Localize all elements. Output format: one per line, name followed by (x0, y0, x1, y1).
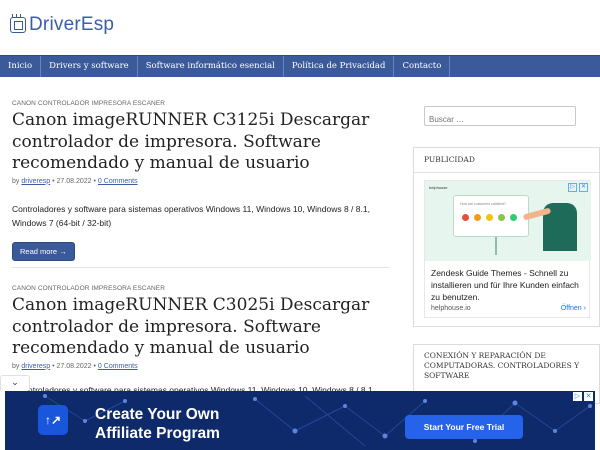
meta-separator: • (93, 362, 96, 370)
search-box (424, 106, 576, 129)
nav-item-inicio[interactable]: Inicio (0, 56, 42, 77)
logo-text[interactable]: DriverEsp (29, 14, 114, 36)
site-header: DriverEsp (0, 0, 600, 55)
ads-widget: PUBLICIDAD helphouse ▷ ✕ How are custome… (413, 147, 600, 327)
face-icon (462, 214, 469, 221)
bottom-ad-headline[interactable]: Create Your Own Affiliate Program (95, 405, 265, 443)
bottom-ad-badges: ▷ ✕ (573, 392, 593, 401)
face-icon (474, 214, 481, 221)
face-icon (510, 214, 517, 221)
post-title[interactable]: Canon imageRUNNER C3125i Descargar contr… (12, 110, 392, 175)
post-excerpt: Controladores y software para sistemas o… (12, 203, 370, 228)
face-icon (486, 214, 493, 221)
meta-separator: • (52, 177, 55, 185)
meta-separator: • (93, 177, 96, 185)
search-input[interactable] (425, 110, 575, 129)
meta-by: by (12, 362, 20, 370)
affiliate-logo-icon[interactable]: ↑↗ (38, 405, 68, 435)
ad-text[interactable]: Zendesk Guide Themes - Schnell zu instal… (431, 267, 589, 303)
nav-item-privacidad[interactable]: Política de Privacidad (284, 56, 395, 77)
post-date: 27.08.2022 (56, 362, 92, 370)
widget-title: PUBLICIDAD (414, 148, 599, 173)
post-comments[interactable]: 0 Comments (98, 363, 138, 370)
ad-domain[interactable]: helphouse.io (431, 305, 471, 312)
ad-info-icon[interactable]: ▷ (573, 392, 582, 401)
post-author[interactable]: driveresp (21, 178, 50, 185)
ad-close-icon[interactable]: ✕ (579, 183, 588, 192)
ad-close-icon[interactable]: ✕ (584, 392, 593, 401)
ad-screen-illustration: How are customers satisfied? (453, 195, 529, 237)
ad-footer: helphouse.io Öffnen › (431, 305, 586, 312)
meta-separator: • (52, 362, 55, 370)
site-logo[interactable]: DriverEsp (10, 14, 114, 36)
nav-item-contacto[interactable]: Contacto (394, 56, 451, 77)
ad-info-icon[interactable]: ▷ (568, 183, 577, 192)
chevron-down-icon: ⌄ (11, 378, 19, 388)
ad-image[interactable]: helphouse ▷ ✕ How are customers satisfie… (425, 181, 591, 261)
post-comments[interactable]: 0 Comments (98, 178, 138, 185)
post-list: CANON CONTROLADOR IMPRESORA ESCANER Cano… (12, 100, 392, 261)
post-item: CANON CONTROLADOR IMPRESORA ESCANER Cano… (12, 100, 392, 261)
ad-open-button[interactable]: Öffnen › (561, 305, 586, 312)
nav-item-drivers[interactable]: Drivers y software (41, 56, 138, 77)
post-list-2: CANON CONTROLADOR IMPRESORA ESCANER Cano… (12, 285, 392, 397)
bottom-ad-headline-text: Create Your Own Affiliate Program (95, 406, 220, 442)
post-author[interactable]: driveresp (21, 363, 50, 370)
read-more-button[interactable]: Read more → (12, 241, 75, 261)
bottom-banner-ad[interactable]: ↑↗ Create Your Own Affiliate Program Sta… (5, 391, 595, 450)
ad-badges: ▷ ✕ (568, 183, 588, 192)
chip-icon (10, 14, 26, 33)
nav-item-software[interactable]: Software informático esencial (138, 56, 284, 77)
post-category[interactable]: CANON CONTROLADOR IMPRESORA ESCANER (12, 285, 392, 292)
chevron-right-icon: › (583, 305, 586, 312)
ad-open-label: Öffnen (560, 305, 582, 312)
ad-stand-illustration (495, 237, 497, 255)
face-icon (498, 214, 505, 221)
post-meta: by driveresp • 27.08.2022 • 0 Comments (12, 363, 392, 370)
post-title[interactable]: Canon imageRUNNER C3025i Descargar contr… (12, 295, 392, 360)
ad-screen-question: How are customers satisfied? (460, 202, 506, 206)
collapse-ad-button[interactable]: ⌄ (0, 375, 30, 390)
post-item: CANON CONTROLADOR IMPRESORA ESCANER Cano… (12, 285, 392, 397)
meta-by: by (12, 177, 20, 185)
post-divider (12, 267, 390, 268)
ad-brand: helphouse (429, 185, 448, 190)
start-free-trial-button[interactable]: Start Your Free Trial (405, 415, 523, 439)
post-date: 27.08.2022 (56, 177, 92, 185)
widget-title: CONEXIÓN Y REPARACIÓN DE COMPUTADORAS. C… (424, 351, 580, 380)
post-meta: by driveresp • 27.08.2022 • 0 Comments (12, 178, 392, 185)
main-nav: Inicio Drivers y software Software infor… (0, 55, 600, 77)
sidebar-ad[interactable]: helphouse ▷ ✕ How are customers satisfie… (424, 180, 591, 318)
post-category[interactable]: CANON CONTROLADOR IMPRESORA ESCANER (12, 100, 392, 107)
